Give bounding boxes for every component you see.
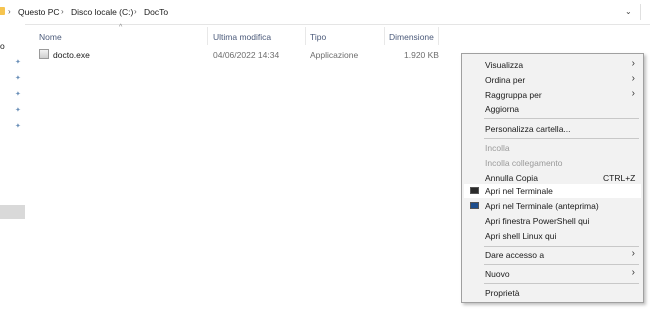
menu-item-label: Apri shell Linux qui bbox=[485, 231, 557, 241]
pin-icon: ✦ bbox=[15, 91, 21, 98]
menu-item-aggiorna[interactable]: Aggiorna bbox=[464, 102, 641, 116]
menu-item-personalizza-cartella[interactable]: Personalizza cartella... bbox=[464, 122, 641, 136]
menu-item-incolla[interactable]: Incolla bbox=[464, 141, 641, 155]
application-icon bbox=[39, 49, 49, 59]
pin-icon: ✦ bbox=[15, 75, 21, 82]
file-row[interactable]: docto.exe 04/06/2022 14:34 Applicazione … bbox=[36, 48, 440, 62]
submenu-arrow-icon: › bbox=[631, 58, 635, 69]
file-modified: 04/06/2022 14:34 bbox=[213, 50, 280, 60]
menu-separator bbox=[484, 264, 639, 265]
menu-item-label: Incolla collegamento bbox=[485, 158, 563, 168]
context-menu[interactable]: Visualizza › Ordina per › Raggruppa per … bbox=[461, 53, 644, 303]
column-header-type[interactable]: Tipo bbox=[310, 32, 326, 42]
file-type: Applicazione bbox=[310, 50, 359, 60]
menu-item-apri-shell-linux[interactable]: Apri shell Linux qui bbox=[464, 229, 641, 243]
column-header-name[interactable]: Nome bbox=[39, 32, 62, 42]
menu-separator bbox=[484, 138, 639, 139]
folder-icon bbox=[0, 7, 5, 15]
menu-separator bbox=[484, 246, 639, 247]
menu-item-label: Proprietà bbox=[485, 288, 520, 298]
menu-item-dare-accesso-a[interactable]: Dare accesso a › bbox=[464, 248, 641, 262]
column-divider[interactable] bbox=[305, 27, 306, 45]
pin-icon: ✦ bbox=[15, 59, 21, 66]
menu-item-label: Apri finestra PowerShell qui bbox=[485, 216, 590, 226]
chevron-down-icon[interactable]: ⌄ bbox=[625, 7, 632, 16]
menu-item-apri-powershell[interactable]: Apri finestra PowerShell qui bbox=[464, 214, 641, 228]
pin-icon: ✦ bbox=[15, 107, 21, 114]
menu-item-ordina-per[interactable]: Ordina per › bbox=[464, 73, 641, 87]
nav-item-selected[interactable] bbox=[0, 205, 25, 219]
menu-item-label: Aggiorna bbox=[485, 104, 520, 114]
menu-item-nuovo[interactable]: Nuovo › bbox=[464, 267, 641, 281]
navigation-pane[interactable]: o ✦ ✦ ✦ ✦ ✦ bbox=[0, 24, 25, 315]
shortcut-label: CTRL+Z bbox=[603, 173, 636, 183]
menu-item-label: Apri nel Terminale bbox=[485, 186, 553, 196]
menu-item-incolla-collegamento[interactable]: Incolla collegamento bbox=[464, 156, 641, 170]
menu-item-annulla-copia[interactable]: Annulla Copia CTRL+Z bbox=[464, 171, 641, 185]
column-header-modified[interactable]: Ultima modifica bbox=[213, 32, 271, 42]
menu-item-label: Nuovo bbox=[485, 269, 510, 279]
menu-item-raggruppa-per[interactable]: Raggruppa per › bbox=[464, 88, 641, 102]
menu-item-label: Dare accesso a bbox=[485, 250, 545, 260]
breadcrumb-questo-pc[interactable]: Questo PC bbox=[18, 7, 60, 17]
menu-separator bbox=[484, 283, 639, 284]
column-divider[interactable] bbox=[384, 27, 385, 45]
pin-icon: ✦ bbox=[15, 123, 21, 130]
submenu-arrow-icon: › bbox=[631, 88, 635, 99]
menu-separator bbox=[484, 118, 639, 119]
menu-item-label: Incolla bbox=[485, 143, 510, 153]
menu-item-visualizza[interactable]: Visualizza › bbox=[464, 58, 641, 72]
menu-item-label: Personalizza cartella... bbox=[485, 124, 571, 134]
chevron-right-icon[interactable]: › bbox=[8, 7, 11, 16]
file-size: 1.920 KB bbox=[404, 50, 439, 60]
divider bbox=[640, 4, 641, 20]
submenu-arrow-icon: › bbox=[631, 248, 635, 259]
chevron-right-icon[interactable]: › bbox=[61, 7, 64, 16]
menu-item-label: Ordina per bbox=[485, 75, 526, 85]
column-header-size[interactable]: Dimensione bbox=[389, 32, 434, 42]
menu-item-label: Raggruppa per bbox=[485, 90, 542, 100]
menu-item-apri-nel-terminale[interactable]: Apri nel Terminale bbox=[464, 184, 641, 198]
chevron-right-icon[interactable]: › bbox=[134, 7, 137, 16]
breadcrumb-docto[interactable]: DocTo bbox=[144, 7, 168, 17]
terminal-preview-icon bbox=[470, 202, 479, 209]
breadcrumb-disco-locale[interactable]: Disco locale (C:) bbox=[71, 7, 133, 17]
nav-item-label[interactable]: o bbox=[0, 41, 5, 51]
file-name[interactable]: docto.exe bbox=[53, 50, 90, 60]
column-divider[interactable] bbox=[207, 27, 208, 45]
submenu-arrow-icon: › bbox=[631, 267, 635, 278]
menu-item-proprieta[interactable]: Proprietà bbox=[464, 286, 641, 300]
menu-item-apri-nel-terminale-anteprima[interactable]: Apri nel Terminale (anteprima) bbox=[464, 199, 641, 213]
submenu-arrow-icon: › bbox=[631, 73, 635, 84]
address-bar[interactable]: › Questo PC › Disco locale (C:) › DocTo … bbox=[0, 0, 650, 25]
column-divider[interactable] bbox=[438, 27, 439, 45]
sort-ascending-icon: ^ bbox=[119, 24, 123, 31]
menu-item-label: Apri nel Terminale (anteprima) bbox=[485, 201, 599, 211]
terminal-icon bbox=[470, 187, 479, 194]
menu-item-label: Annulla Copia bbox=[485, 173, 538, 183]
menu-item-label: Visualizza bbox=[485, 60, 524, 70]
